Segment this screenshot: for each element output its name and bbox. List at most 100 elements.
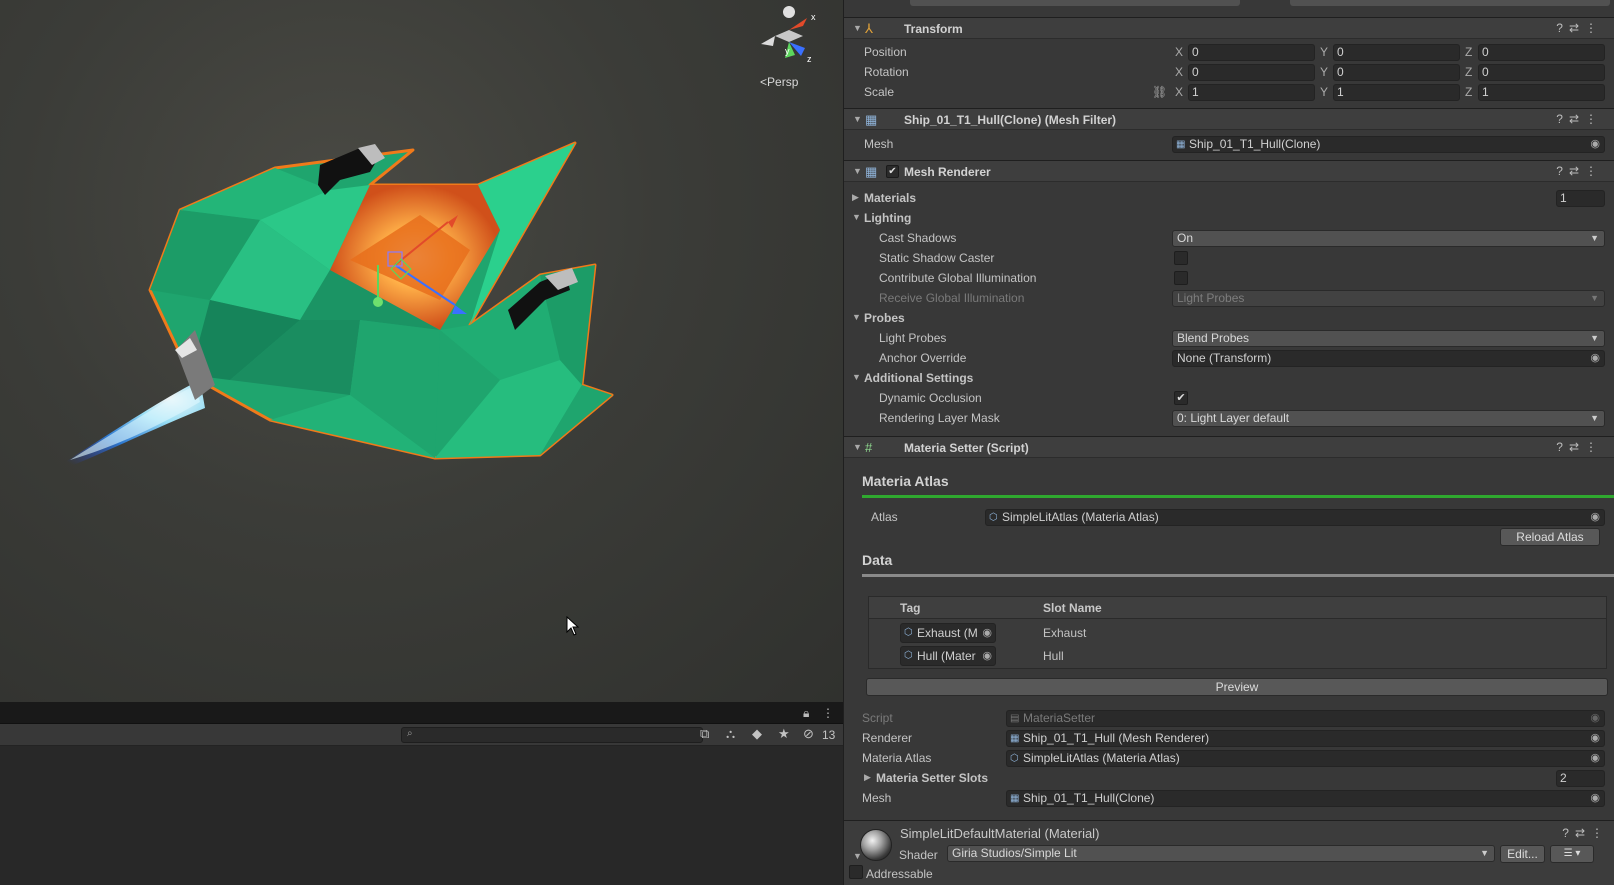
type-filter-icon[interactable]: ⛬ [726,726,735,742]
materia-setter-header[interactable]: ▼ # Materia Setter (Script) ?⇄⋮ [844,436,1614,458]
object-picker-icon[interactable]: ◉ [1590,351,1600,366]
materia-setter-slots-row[interactable]: ▶ Materia Setter Slots 2 [844,768,1614,788]
constrain-link-icon[interactable]: ⛓ [1152,85,1167,99]
anchor-override-field[interactable]: None (Transform) ◉ [1172,350,1605,367]
collapse-arrow-icon[interactable]: ▼ [852,312,861,322]
collapse-arrow-icon[interactable]: ▼ [853,442,862,452]
static-shadow-checkbox[interactable] [1174,251,1188,265]
presets-icon: ⇄ [1568,21,1585,35]
atlas-value: SimpleLitAtlas (Materia Atlas) [1002,510,1159,524]
tag-object-field[interactable]: ⬡ Exhaust (M ◉ [900,623,996,643]
component-header-icons[interactable]: ?⇄⋮ [1556,440,1603,454]
shader-dropdown[interactable]: Giria Studios/Simple Lit ▼ [947,845,1495,862]
object-picker-icon[interactable]: ◉ [1590,751,1600,766]
slot-name-cell: Exhaust [1043,626,1087,640]
component-header-icons[interactable]: ?⇄⋮ [1556,21,1603,35]
search-input[interactable]: ⌕ [401,727,703,743]
materials-label: Materials [864,191,917,205]
slots-count-field[interactable]: 2 [1556,770,1605,787]
scale-y-field[interactable]: 1 [1333,84,1460,101]
rotation-z-field[interactable]: 0 [1478,64,1605,81]
materials-count-field[interactable]: 1 [1556,190,1605,207]
object-picker-icon[interactable]: ◉ [1590,137,1600,152]
dynamic-occlusion-checkbox[interactable]: ✔ [1174,391,1188,405]
tag-dropdown[interactable] [910,0,1240,6]
layer-dropdown[interactable] [1290,0,1610,6]
edit-shader-button[interactable]: Edit... [1500,845,1545,863]
mesh-object-field[interactable]: ▦ Ship_01_T1_Hull(Clone) ◉ [1006,790,1605,807]
position-z-field[interactable]: 0 [1478,44,1605,61]
receive-gi-dropdown: Light Probes ▼ [1172,290,1605,307]
shader-label: Shader [899,848,938,862]
scale-z-field[interactable]: 1 [1478,84,1605,101]
favorite-icon[interactable]: ★ [778,726,790,742]
collapse-arrow-icon[interactable]: ▼ [853,23,862,33]
hidden-eye-icon[interactable]: ⊘ [803,726,814,742]
position-x-field[interactable]: 0 [1188,44,1315,61]
scale-x-field[interactable]: 1 [1188,84,1315,101]
atlas-object-field[interactable]: ⬡ SimpleLitAtlas (Materia Atlas) ◉ [985,509,1605,526]
mesh-renderer-enabled-checkbox[interactable]: ✔ [886,165,899,178]
light-probes-dropdown[interactable]: Blend Probes ▼ [1172,330,1605,347]
lock-icon[interactable]: 🔒︎ [803,706,809,721]
component-header-icons[interactable]: ?⇄⋮ [1556,112,1603,126]
component-header-icons[interactable]: ?⇄⋮ [1562,826,1609,840]
shader-list-button[interactable]: ☰ ▾ [1550,845,1594,863]
lighting-row[interactable]: ▼ Lighting [844,208,1614,228]
materials-row[interactable]: ▶ Materials 1 [844,188,1614,208]
y-label: Y [1320,45,1329,59]
object-picker-icon[interactable]: ◉ [1590,731,1600,746]
materia-setter-slots-label: Materia Setter Slots [876,771,989,785]
collapse-arrow-icon[interactable]: ▼ [852,212,861,222]
tag-object-field[interactable]: ⬡ Hull (Mater ◉ [900,646,996,666]
reload-atlas-button[interactable]: Reload Atlas [1500,528,1600,546]
addressable-checkbox[interactable] [849,865,863,879]
probes-row[interactable]: ▼ Probes [844,308,1614,328]
panel-tabbar: 🔒︎ ⋮ [0,702,843,724]
collapse-arrow-icon[interactable]: ▼ [853,166,862,176]
position-y-field[interactable]: 0 [1333,44,1460,61]
object-picker-icon[interactable]: ◉ [1590,791,1600,806]
object-picker-icon[interactable]: ◉ [1590,510,1600,525]
rotation-y-field[interactable]: 0 [1333,64,1460,81]
rotation-x-field[interactable]: 0 [1188,64,1315,81]
cast-shadows-value: On [1177,231,1194,245]
component-header-icons[interactable]: ?⇄⋮ [1556,164,1603,178]
ship-model[interactable] [0,0,843,702]
scene-view[interactable]: x y z <Persp [0,0,843,702]
contribute-gi-checkbox[interactable] [1174,271,1188,285]
mesh-renderer-header[interactable]: ▼ ▦ ✔ Mesh Renderer ?⇄⋮ [844,160,1614,182]
search-icon: ⌕ [407,728,413,739]
position-label: Position [864,45,907,59]
expand-arrow-icon[interactable]: ▶ [852,192,859,203]
material-header[interactable]: SimpleLitDefaultMaterial (Material) ?⇄⋮ … [844,820,1614,885]
object-picker-icon[interactable]: ◉ [982,624,992,642]
mesh-value: Ship_01_T1_Hull(Clone) [1023,791,1155,805]
object-picker-icon[interactable]: ◉ [982,647,992,665]
scene-filter-icon[interactable]: ⧉ [700,726,709,742]
collapse-arrow-icon[interactable]: ▼ [853,851,862,861]
cast-shadows-label: Cast Shadows [879,231,957,245]
mesh-filter-header[interactable]: ▼ ▦ Ship_01_T1_Hull(Clone) (Mesh Filter)… [844,108,1614,130]
cast-shadows-dropdown[interactable]: On ▼ [1172,230,1605,247]
rendering-layer-dropdown[interactable]: 0: Light Layer default ▼ [1172,410,1605,427]
expand-arrow-icon[interactable]: ▶ [864,772,871,783]
script-file-icon: ▤ [1010,713,1020,724]
receive-gi-value: Light Probes [1177,291,1245,305]
orientation-gizmo[interactable]: x y z [755,0,825,70]
y-label: Y [1320,65,1329,79]
renderer-object-field[interactable]: ▦ Ship_01_T1_Hull (Mesh Renderer) ◉ [1006,730,1605,747]
transform-header[interactable]: ▼ ⅄ Transform ?⇄⋮ [844,17,1614,39]
tag-column-header: Tag [900,601,921,615]
collapse-arrow-icon[interactable]: ▼ [852,372,861,382]
preview-button[interactable]: Preview [866,678,1608,696]
additional-settings-row[interactable]: ▼ Additional Settings [844,368,1614,388]
data-section-underline [862,574,1614,577]
materia-atlas-object-field[interactable]: ⬡ SimpleLitAtlas (Materia Atlas) ◉ [1006,750,1605,767]
collapse-arrow-icon[interactable]: ▼ [853,114,862,124]
gizmo-z-label: z [807,54,812,64]
mesh-object-field[interactable]: ▦ Ship_01_T1_Hull(Clone) ◉ [1172,136,1605,153]
label-filter-icon[interactable]: ◆ [752,726,762,742]
more-menu-icon[interactable]: ⋮ [822,706,834,720]
persp-toggle[interactable]: <Persp [760,75,798,89]
